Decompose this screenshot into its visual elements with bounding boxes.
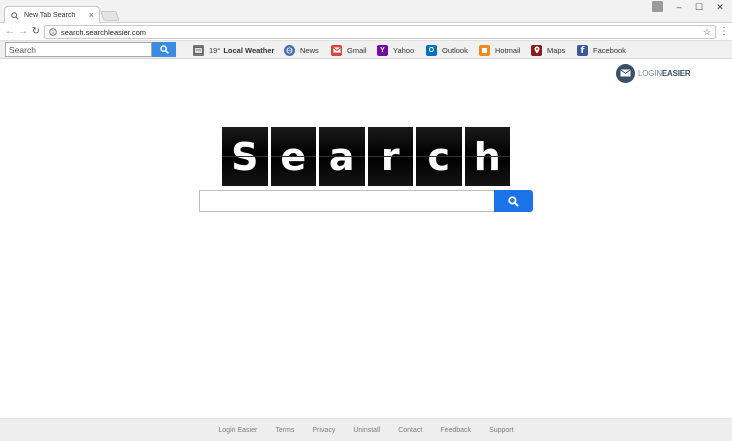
envelope-icon: [616, 63, 635, 83]
logo-letter: h: [464, 127, 510, 186]
extension-toolbar: 19° Local Weather News Gmail Y Yahoo O O…: [0, 41, 732, 59]
logo-letter: e: [270, 127, 316, 186]
tab-strip: New Tab Search × – ☐ ✕: [0, 0, 732, 24]
facebook-label: Facebook: [593, 45, 626, 55]
hotmail-icon: [479, 44, 490, 56]
maps-label: Maps: [547, 45, 566, 55]
forward-icon[interactable]: →: [17, 25, 29, 38]
footer-link-support[interactable]: Support: [489, 427, 514, 434]
outlook-link[interactable]: O Outlook: [426, 42, 468, 58]
news-label: News: [300, 45, 319, 55]
footer-link-uninstall[interactable]: Uninstall: [353, 427, 380, 434]
search-icon: [508, 195, 519, 207]
facebook-icon: f: [577, 44, 588, 56]
facebook-link[interactable]: f Facebook: [577, 42, 626, 58]
search-icon: [159, 45, 169, 54]
address-bar[interactable]: search.searchleasier.com ☆: [44, 25, 716, 39]
footer-link-terms[interactable]: Terms: [275, 427, 294, 434]
login-easier-logo[interactable]: LOGIN EASIER: [616, 63, 691, 83]
yahoo-icon: Y: [377, 44, 388, 56]
local-weather-link[interactable]: 19° Local Weather: [193, 42, 274, 58]
footer: Login Easier Terms Privacy Uninstall Con…: [0, 418, 732, 441]
hotmail-label: Hotmail: [495, 45, 521, 55]
yahoo-link[interactable]: Y Yahoo: [377, 42, 414, 58]
footer-link-contact[interactable]: Contact: [398, 427, 422, 434]
browser-menu-icon[interactable]: ⋮: [719, 25, 729, 38]
search-logo: S e a r c h: [222, 127, 510, 186]
browser-tab[interactable]: New Tab Search ×: [4, 6, 100, 24]
weather-icon: [193, 44, 204, 56]
profile-icon[interactable]: [652, 1, 663, 12]
bookmark-star-icon[interactable]: ☆: [703, 27, 711, 38]
logo-letter: a: [319, 127, 365, 186]
news-link[interactable]: News: [284, 42, 319, 58]
weather-temp: 19°: [209, 45, 221, 55]
gmail-link[interactable]: Gmail: [331, 42, 367, 58]
news-icon: [284, 44, 295, 56]
logo-letter: r: [367, 127, 413, 186]
gmail-label: Gmail: [347, 45, 367, 55]
logo-letter: c: [416, 127, 462, 186]
tab-title: New Tab Search: [24, 12, 76, 19]
footer-link-login-easier[interactable]: Login Easier: [218, 427, 257, 434]
footer-link-feedback[interactable]: Feedback: [440, 427, 471, 434]
outlook-label: Outlook: [442, 45, 468, 55]
url-text: search.searchleasier.com: [61, 27, 147, 37]
footer-link-privacy[interactable]: Privacy: [312, 427, 335, 434]
maps-link[interactable]: Maps: [531, 42, 565, 58]
main-search-input[interactable]: [199, 190, 494, 212]
hotmail-link[interactable]: Hotmail: [479, 42, 520, 58]
close-window-button[interactable]: ✕: [709, 0, 731, 14]
new-tab-button[interactable]: [100, 11, 120, 21]
reload-icon[interactable]: ↻: [30, 25, 42, 38]
brand-text-login: LOGIN: [638, 68, 662, 78]
brand-text-easier: EASIER: [661, 68, 691, 78]
maximize-button[interactable]: ☐: [688, 0, 710, 14]
back-icon[interactable]: ←: [4, 25, 16, 38]
browser-toolbar: ← → ↻ search.searchleasier.com ☆ ⋮: [0, 23, 732, 41]
yahoo-label: Yahoo: [393, 45, 415, 55]
logo-letter: S: [222, 127, 268, 186]
search-icon: [10, 11, 20, 21]
minimize-button[interactable]: –: [668, 0, 690, 14]
gmail-icon: [331, 44, 342, 56]
toolbar-search-button[interactable]: [152, 42, 176, 57]
main-search-button[interactable]: [494, 190, 533, 212]
outlook-icon: O: [426, 44, 437, 56]
tab-close-icon[interactable]: ×: [89, 11, 94, 20]
page-info-icon[interactable]: [49, 28, 57, 36]
main-search-form: [199, 190, 533, 212]
weather-label: Local Weather: [223, 45, 275, 55]
maps-icon: [531, 44, 542, 56]
toolbar-search-input[interactable]: [5, 42, 152, 57]
